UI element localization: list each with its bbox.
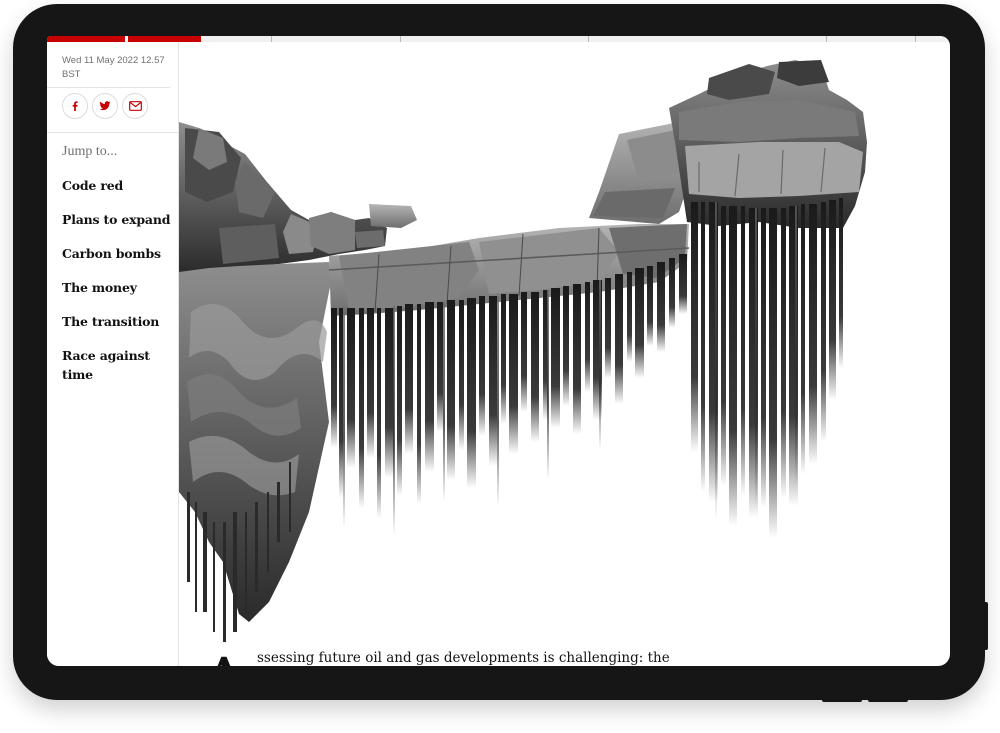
article-dateline: Wed 11 May 2022 12.57 BST (62, 55, 165, 80)
divider (47, 87, 170, 88)
article-first-line: ssessing future oil and gas developments… (257, 650, 670, 666)
twitter-icon (99, 101, 111, 111)
jump-to-label: Jump to... (62, 144, 118, 159)
device-button (822, 697, 862, 702)
toc-link-the-transition[interactable]: The transition (62, 312, 172, 331)
device-side-button (983, 602, 988, 650)
toc-link-plans-to-expand[interactable]: Plans to expand (62, 210, 172, 229)
email-icon (128, 101, 142, 111)
facebook-icon (72, 101, 78, 111)
share-email-button[interactable] (122, 93, 148, 119)
divider (47, 132, 178, 133)
toc-link-carbon-bombs[interactable]: Carbon bombs (62, 244, 172, 263)
article-dropcap: A (207, 653, 241, 667)
table-of-contents: Code red Plans to expand Carbon bombs Th… (62, 176, 172, 399)
share-facebook-button[interactable] (62, 93, 88, 119)
screen: Wed 11 May 2022 12.57 BST Jump to... Cod… (47, 36, 950, 666)
toc-link-race-against-time[interactable]: Race against time (62, 346, 172, 384)
hero-image (179, 60, 867, 642)
share-twitter-button[interactable] (92, 93, 118, 119)
share-buttons (62, 93, 148, 119)
toc-link-the-money[interactable]: The money (62, 278, 172, 297)
toc-link-code-red[interactable]: Code red (62, 176, 172, 195)
article-sidebar: Wed 11 May 2022 12.57 BST Jump to... Cod… (47, 42, 179, 666)
device-button (868, 697, 908, 702)
